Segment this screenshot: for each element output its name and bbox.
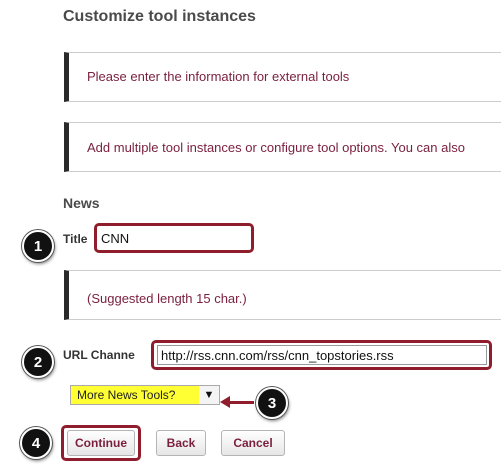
step-4-badge: 4: [20, 427, 52, 459]
back-button[interactable]: Back: [156, 430, 206, 456]
info-text-multiple-instances: Add multiple tool instances or configure…: [87, 140, 465, 155]
step-1-badge: 1: [22, 230, 54, 262]
step-3-badge: 3: [256, 387, 288, 419]
info-text-external-tools: Please enter the information for externa…: [87, 69, 350, 84]
title-label: Title: [63, 232, 88, 246]
more-news-tools-selected: More News Tools?: [71, 386, 199, 404]
pointer-arrow-icon: [220, 396, 230, 408]
more-news-tools-select[interactable]: More News Tools? ▼: [70, 385, 220, 405]
pointer-arrow-line: [228, 401, 254, 404]
url-channel-input[interactable]: [157, 345, 487, 365]
dropdown-arrow-icon[interactable]: ▼: [199, 386, 219, 404]
info-box-suggested-length: (Suggested length 15 char.): [64, 270, 501, 320]
step-2-badge: 2: [22, 346, 54, 378]
continue-button[interactable]: Continue: [67, 430, 135, 456]
url-channel-label: URL Channe: [63, 348, 135, 362]
info-box-multiple-instances: Add multiple tool instances or configure…: [64, 122, 501, 172]
suggested-length-text: (Suggested length 15 char.): [87, 291, 247, 306]
page-title: Customize tool instances: [63, 8, 256, 25]
cancel-button[interactable]: Cancel: [221, 430, 285, 456]
info-box-external-tools: Please enter the information for externa…: [64, 52, 501, 102]
section-title-news: News: [63, 195, 100, 211]
title-input[interactable]: [98, 228, 248, 248]
